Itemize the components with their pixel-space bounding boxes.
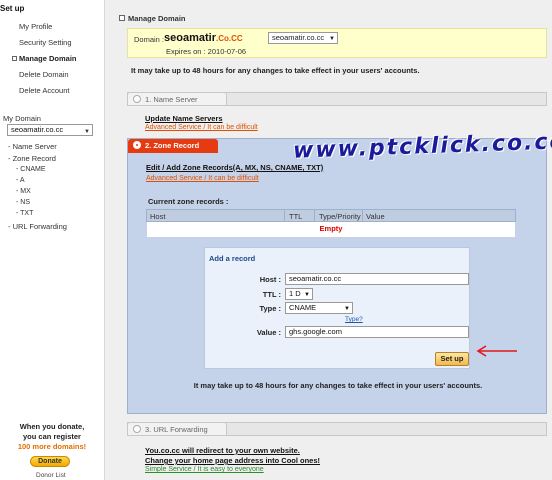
column-header-value: Value (366, 212, 385, 221)
simple-service-link[interactable]: Simple Service / It is easy to everyone (145, 466, 264, 473)
setup-heading: Set up (0, 4, 25, 13)
radio-button[interactable] (133, 95, 141, 103)
sidebar-domain-select-value: seoamatir.co.cc (11, 125, 64, 134)
domain-info-box: Domain : seoamatir.Co.CC seoamatir.co.cc… (127, 28, 547, 58)
sidebar-nav-zone-record[interactable]: - Zone Record (8, 154, 56, 163)
add-record-title: Add a record (209, 254, 256, 263)
sidebar-nav-cname[interactable]: - CNAME (16, 166, 46, 173)
advanced-service-link[interactable]: Advanced Service / It can be difficult (146, 175, 259, 182)
value-label: Value : (256, 328, 281, 337)
column-divider (284, 210, 285, 221)
setup-button[interactable]: Set up (435, 352, 469, 366)
type-help-link[interactable]: Type? (345, 316, 363, 323)
propagation-notice: It may take up to 48 hours for any chang… (131, 66, 420, 75)
step-url-forwarding-label: 3. URL Forwarding (145, 425, 208, 434)
step-name-server-label: 1. Name Server (145, 95, 198, 104)
ttl-label: TTL : (262, 290, 281, 299)
zone-record-panel: 2. Zone Record Edit / Add Zone Records(A… (127, 138, 547, 414)
chevron-down-icon: ▼ (329, 36, 335, 42)
donate-line-3: 100 more domains! (0, 442, 104, 452)
radio-button[interactable] (133, 425, 141, 433)
domain-label: Domain : (134, 35, 165, 44)
chevron-down-icon: ▼ (344, 306, 350, 312)
domain-select-value: seoamatir.co.cc (272, 33, 325, 42)
sidebar-link-delete-account[interactable]: Delete Account (19, 86, 69, 95)
domain-name: seoamatir.Co.CC (164, 32, 243, 44)
update-name-servers-link[interactable]: Update Name Servers (145, 114, 223, 123)
zone-propagation-notice: It may take up to 48 hours for any chang… (193, 381, 483, 390)
sidebar-link-my-profile[interactable]: My Profile (19, 22, 52, 31)
type-select[interactable]: CNAME ▼ (285, 302, 353, 314)
sidebar-nav-ns[interactable]: - NS (16, 199, 30, 206)
column-divider (314, 210, 315, 221)
records-table: Host TTL Type/Priority Value Empty (146, 209, 516, 238)
donate-line-2: you can register (23, 432, 81, 441)
page-title: Manage Domain (119, 14, 186, 23)
edit-zone-records-link[interactable]: Edit / Add Zone Records(A, MX, NS, CNAME… (146, 163, 323, 172)
chevron-down-icon: ▼ (304, 292, 310, 298)
step-zone-record-tab[interactable]: 2. Zone Record (128, 139, 218, 153)
red-arrow-icon (476, 345, 517, 357)
sidebar-nav-txt[interactable]: - TXT (16, 210, 33, 217)
square-icon (12, 56, 17, 61)
expires-date: Expires on : 2010-07-06 (166, 47, 247, 56)
empty-row: Empty (146, 222, 516, 238)
advanced-service-link[interactable]: Advanced Service / It can be difficult (145, 124, 258, 131)
domain-suffix: .Co.CC (215, 34, 243, 43)
redirect-website-link[interactable]: You.co.cc will redirect to your own webs… (145, 446, 300, 455)
column-header-ttl: TTL (289, 212, 303, 221)
column-header-type: Type/Priority (319, 212, 361, 221)
type-label: Type : (259, 304, 281, 313)
ttl-select[interactable]: 1 D ▼ (285, 288, 313, 300)
sidebar-link-delete-domain[interactable]: Delete Domain (19, 70, 69, 79)
sidebar: Set up My Profile Security Setting Manag… (0, 0, 104, 480)
step-url-forwarding[interactable]: 3. URL Forwarding (127, 422, 547, 436)
host-label: Host : (259, 275, 281, 284)
type-select-value: CNAME (289, 303, 317, 312)
donate-line-1: When you donate, (19, 422, 85, 431)
sidebar-link-manage-domain[interactable]: Manage Domain (12, 54, 77, 63)
step-zone-record-label: 2. Zone Record (145, 141, 200, 150)
add-record-form: Add a record Host : seoamatir.co.cc TTL … (204, 247, 470, 369)
column-divider (362, 210, 363, 221)
sidebar-nav-url-forwarding[interactable]: - URL Forwarding (8, 222, 67, 231)
radio-button-selected[interactable] (133, 141, 141, 149)
sidebar-link-label: Manage Domain (19, 54, 77, 63)
sidebar-domain-select[interactable]: seoamatir.co.cc ▼ (7, 124, 93, 136)
chevron-down-icon: ▼ (84, 129, 90, 135)
column-header-host: Host (150, 212, 166, 221)
host-input[interactable]: seoamatir.co.cc (285, 273, 469, 285)
sidebar-nav-a[interactable]: - A (16, 177, 25, 184)
square-icon (119, 15, 125, 21)
step-name-server[interactable]: 1. Name Server (127, 92, 547, 106)
donor-list-link[interactable]: Donor List (36, 472, 66, 479)
my-domain-label: My Domain (3, 114, 41, 123)
sidebar-nav-name-server[interactable]: - Name Server (8, 142, 57, 151)
current-records-label: Current zone records : (148, 197, 229, 206)
table-header: Host TTL Type/Priority Value (146, 209, 516, 222)
ttl-select-value: 1 D (289, 289, 301, 298)
sidebar-link-security-setting[interactable]: Security Setting (19, 38, 72, 47)
value-input[interactable]: ghs.google.com (285, 326, 469, 338)
page-title-text: Manage Domain (128, 14, 186, 23)
main-panel: Manage Domain Domain : seoamatir.Co.CC s… (104, 0, 552, 480)
sidebar-nav-mx[interactable]: - MX (16, 188, 31, 195)
change-homepage-link[interactable]: Change your home page address into Cool … (145, 456, 320, 465)
domain-select[interactable]: seoamatir.co.cc ▼ (268, 32, 338, 44)
domain-name-text: seoamatir (164, 32, 216, 44)
donate-highlight: 100 more domains! (17, 442, 87, 451)
donate-button[interactable]: Donate (30, 456, 70, 467)
